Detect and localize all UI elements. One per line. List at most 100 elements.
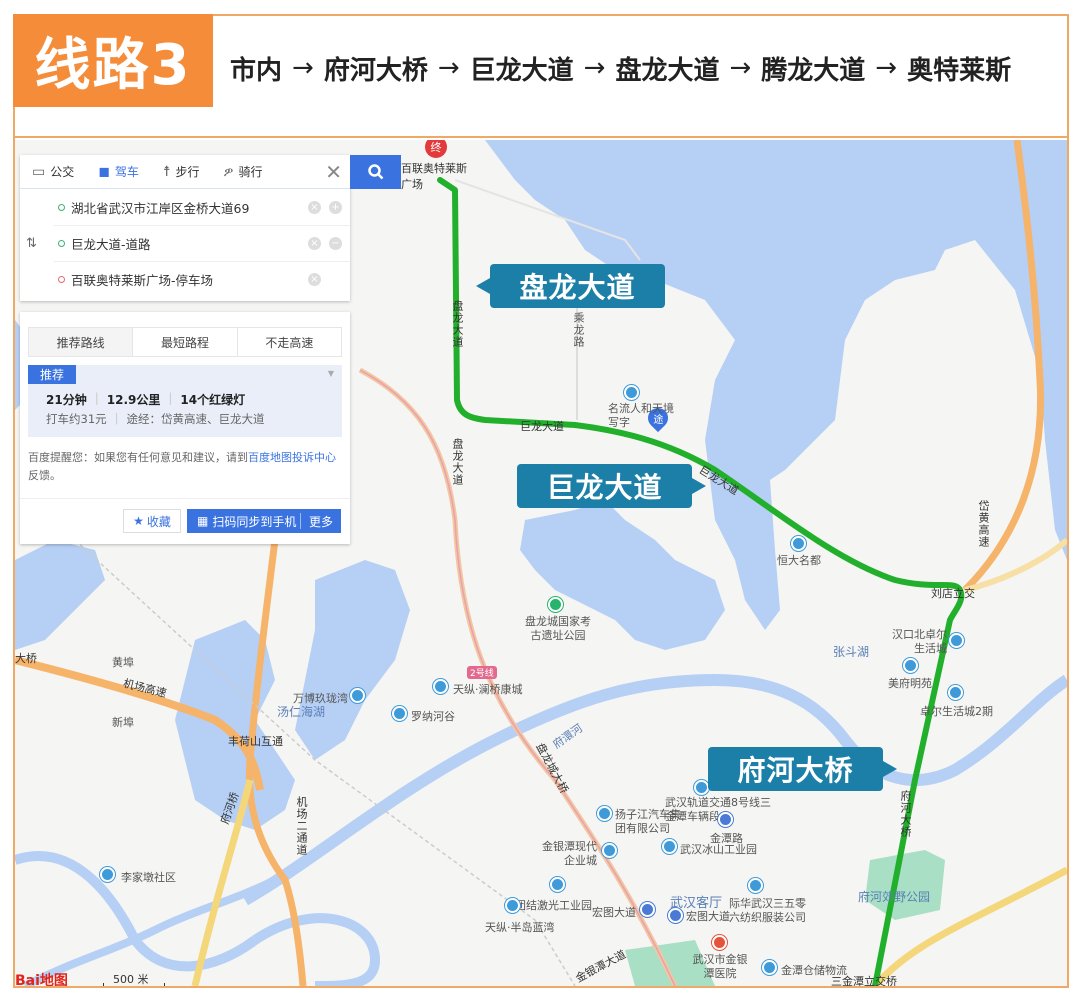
route-badge: 线路3 [13,14,213,107]
map-label-tuanjie: 团结激光工业园 [515,899,592,912]
tab-shortest[interactable]: 最短路程 [132,328,236,356]
map-label-panlong-road: 盘龙大道 [451,300,464,348]
map-label-yangzijiang: 扬子江汽车集团有限公司 [615,808,681,835]
tab-bus[interactable]: ▭ 公交 [20,155,86,188]
callout-julong: 巨龙大道 [517,464,706,508]
building-icon [624,385,639,400]
route-plan-tabs: 推荐路线 最短路程 不走高速 [28,327,342,357]
sync-to-phone-button[interactable]: ▦ 扫码同步到手机 更多 [187,509,341,533]
map-label-julong-road: 巨龙大道 [520,420,564,433]
map-label-fuhe-bridge: 府河大桥 [899,790,912,838]
building-icon [948,685,963,700]
map-label-bingshan: 武汉冰山工业园 [680,843,757,856]
building-icon [100,867,115,882]
building-icon [597,806,612,821]
route-lights: 14个红绿灯 [180,393,246,407]
route-path: 市内 → 府河大桥 → 巨龙大道 → 盘龙大道 → 腾龙大道 → 奥特莱斯 [230,46,1011,90]
building-icon [694,780,709,795]
building-icon [392,706,407,721]
close-icon[interactable]: ✕ [325,160,342,184]
map-label-zhangdou: 张斗湖 [833,645,870,659]
clear-icon[interactable]: × [308,273,321,286]
map-label-meifu: 美府明苑 [888,677,932,690]
notice-suffix: 反馈。 [28,469,61,482]
tab-walk[interactable]: ☨ 步行 [151,155,212,188]
map-label-jichang2: 机场二通道 [295,796,308,856]
river-loop [252,913,381,986]
tab-bike-label: 骑行 [238,165,263,179]
star-icon: ★ [133,514,144,528]
sync-label: 扫码同步到手机 [212,514,297,529]
map-label-hengda: 恒大名都 [777,554,821,567]
waypoint-end-input[interactable]: 百联奥特莱斯广场-停车场 [71,270,308,289]
map-label-chenhua: 际华武汉三五零六纺织服装公司 [729,897,806,924]
metro-icon [668,908,683,923]
transport-mode-tabs: ▭ 公交 ◼ 驾车 ☨ 步行 ዎ 骑行 ✕ [20,155,350,189]
clear-icon[interactable]: × [308,237,321,250]
more-button[interactable]: 更多 [299,513,341,529]
route-subinfo: 打车约31元 | 途经：岱黄高速、巨龙大道 [46,411,265,427]
map-label-liudian: 刘店立交 [931,587,975,600]
waypoint-start-input[interactable]: 湖北省武汉市江岸区金桥大道69 [71,198,308,217]
map-label-luona: 罗纳河谷 [411,710,455,723]
tab-walk-label: 步行 [175,165,200,179]
building-icon [748,878,763,893]
notice-text: 百度提醒您：如果您有任何意见和建议，请到 [28,451,248,464]
tab-recommended[interactable]: 推荐路线 [29,328,133,356]
map-label-bailian: 百联奥特莱斯广场 [401,162,467,191]
map-label-huangwan: 黄埠 [112,656,134,669]
callout-fuhe: 府河大桥 [708,747,897,791]
callout-panlong: 盘龙大道 [476,264,665,308]
route-stats: 21分钟 | 12.9公里 | 14个红绿灯 [46,391,245,408]
car-icon: ◼ [98,163,110,180]
route-stop: 巨龙大道 [469,55,574,86]
complaint-center-link[interactable]: 百度地图投诉中心 [248,451,336,464]
bike-icon: ዎ [223,163,234,180]
remove-waypoint-icon[interactable]: − [329,237,342,250]
map-label-zhuoer: 汉口北卓尔生活城 [892,628,947,655]
metro-icon [640,902,655,917]
waypoint-via-input[interactable]: 巨龙大道-道路 [71,234,308,253]
tab-bus-label: 公交 [50,165,75,179]
hospital-icon [712,935,727,950]
map-label-fenghe: 丰荷山互通 [228,735,283,748]
building-icon [350,688,365,703]
tab-bike[interactable]: ዎ 骑行 [212,155,275,188]
lake-west [15,540,105,650]
sync-main[interactable]: ▦ 扫码同步到手机 [187,513,300,530]
map-label-sanjintan: 三金潭立交桥 [831,975,897,986]
park-icon [548,597,563,612]
map-label-panlong-road-2: 盘龙大道 [451,438,464,486]
walk-icon: ☨ [162,163,171,180]
search-button[interactable] [350,155,401,189]
waypoint-via[interactable]: ⇅ 巨龙大道-道路 × − [26,225,350,261]
recommended-badge: 推荐 [28,365,77,384]
swap-icon[interactable]: ⇅ [26,236,37,251]
route-via: 途经：岱黄高速、巨龙大道 [126,412,265,426]
map-label-fuhe-park: 府河郊野公园 [858,890,931,904]
map-label-daihuang: 岱黄高速 [977,500,990,548]
divider: | [94,391,99,405]
baidu-map-logo[interactable]: Bai地图 [15,970,68,986]
building-icon [662,839,677,854]
add-waypoint-icon[interactable]: + [329,200,342,214]
favorite-label: 收藏 [146,514,171,529]
waypoint-end[interactable]: 百联奥特莱斯广场-停车场 × [54,261,350,297]
favorite-button[interactable]: ★ 收藏 [123,509,181,533]
route-duration: 21分钟 [46,393,87,407]
map-label-xinwan: 新埠 [112,716,134,729]
via-dot-icon [58,240,65,247]
map-label-chenglong: 乘龙路 [572,312,585,348]
clear-icon[interactable]: × [308,200,321,214]
tab-drive[interactable]: ◼ 驾车 [86,155,151,188]
route-card[interactable]: 推荐 ▼ 21分钟 | 12.9公里 | 14个红绿灯 打车约31元 | 途经：… [28,365,342,437]
chevron-down-icon[interactable]: ▼ [328,369,334,378]
qr-code-icon: ▦ [197,514,209,528]
building-icon [903,658,918,673]
map-label-bandao: 天纵·半岛蓝湾 [485,921,555,934]
waypoint-start[interactable]: 湖北省武汉市江岸区金桥大道69 × + [20,189,350,225]
tab-no-highway[interactable]: 不走高速 [236,328,341,356]
metro-icon [718,812,733,827]
taxi-fare: 打车约31元 [46,412,107,426]
route-distance: 12.9公里 [106,393,161,407]
